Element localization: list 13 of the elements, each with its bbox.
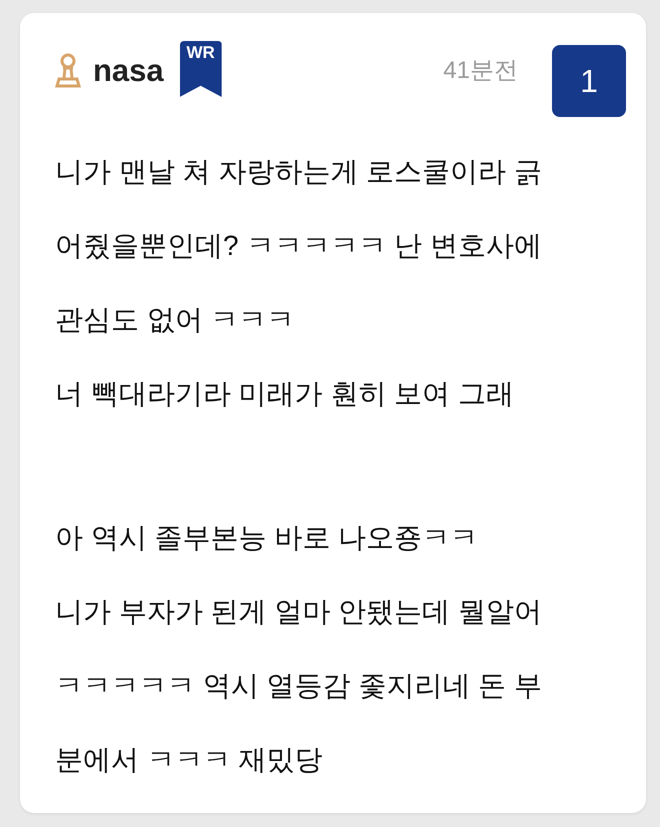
wr-badge: WR bbox=[180, 41, 222, 97]
comment-line: 너 빽대라기라 미래가 훤히 보여 그래 bbox=[55, 377, 514, 411]
comment-line: 분에서 ㅋㅋㅋ 재밌당 bbox=[55, 743, 323, 777]
comment-line: 니가 부자가 된게 얼마 안됐는데 뭘알어 bbox=[55, 595, 542, 629]
comment-line: 관심도 없어 ㅋㅋㅋ bbox=[55, 303, 295, 337]
username[interactable]: nasa bbox=[93, 55, 164, 86]
timestamp: 41분전 bbox=[443, 56, 518, 86]
comment-number: 1 bbox=[552, 45, 626, 117]
comment-line: ㅋㅋㅋㅋㅋ 역시 열등감 좇지리네 돈 부 bbox=[55, 669, 542, 703]
comment-line: 니가 맨날 쳐 자랑하는게 로스쿨이라 긁 bbox=[55, 155, 542, 189]
comment-line: 어줬을뿐인데? ㅋㅋㅋㅋㅋ 난 변호사에 bbox=[55, 229, 542, 263]
pawn-icon bbox=[55, 53, 81, 89]
comment-line: 아 역시 졸부본능 바로 나오죵ㅋㅋ bbox=[55, 521, 478, 555]
